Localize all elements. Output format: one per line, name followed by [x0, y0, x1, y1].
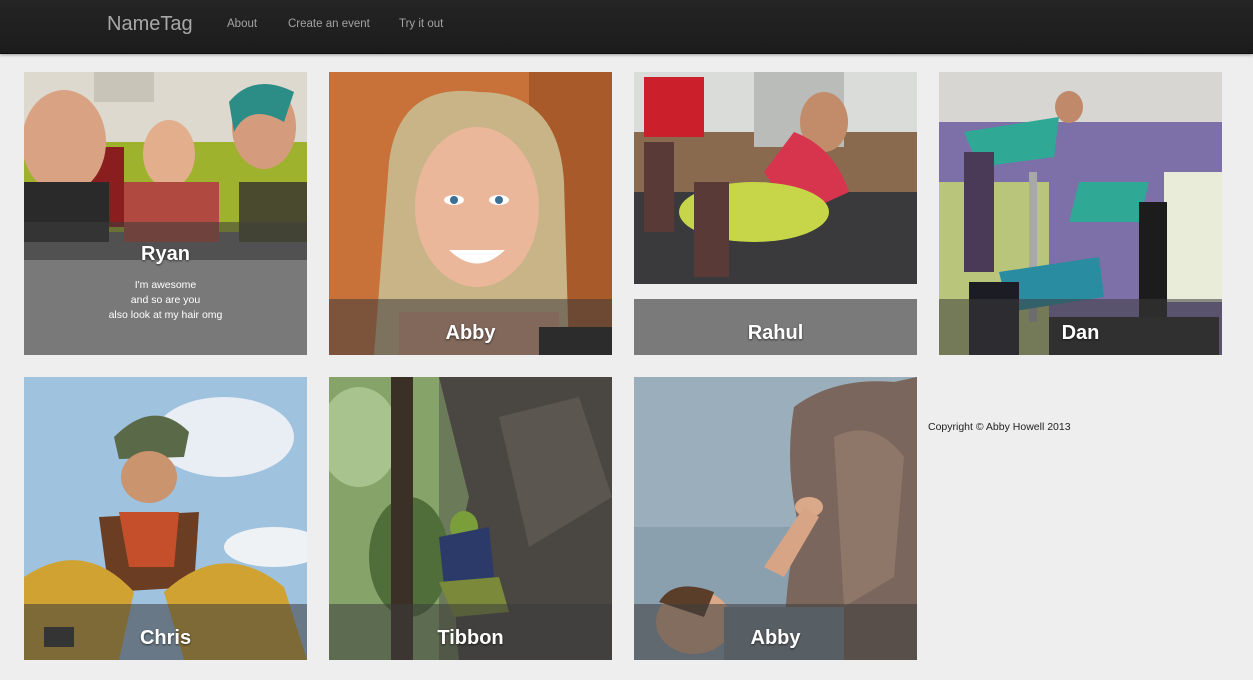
person-tile-ryan[interactable]: Ryan I'm awesome and so are you also loo…	[24, 72, 307, 355]
person-name: Rahul	[634, 299, 917, 355]
ryan-caption: Ryan I'm awesome and so are you also loo…	[24, 222, 307, 355]
bio-line: I'm awesome	[134, 279, 197, 291]
person-tile-tibbon[interactable]: Tibbon	[329, 377, 612, 660]
person-name: Tibbon	[329, 604, 612, 660]
rahul-photo	[634, 72, 917, 284]
person-tile-dan[interactable]: Dan	[939, 72, 1222, 355]
person-name: Chris	[24, 604, 307, 660]
nav-link-about[interactable]: About	[227, 18, 257, 30]
person-name: Ryan	[141, 243, 190, 265]
person-tile-abby-2[interactable]: Abby	[634, 377, 917, 660]
navbar: NameTag About Create an event Try it out	[0, 0, 1253, 54]
person-tile-abby[interactable]: Abby	[329, 72, 612, 355]
nav-link-create-event[interactable]: Create an event	[288, 18, 370, 30]
bio-line: and so are you	[130, 294, 201, 306]
person-tile-rahul[interactable]: Rahul	[634, 72, 917, 355]
nav-link-try-it-out[interactable]: Try it out	[399, 18, 443, 30]
person-tile-chris[interactable]: Chris	[24, 377, 307, 660]
person-name: Abby	[329, 299, 612, 355]
bio-line: also look at my hair omg	[108, 309, 223, 321]
copyright-text: Copyright © Abby Howell 2013	[928, 421, 1071, 433]
brand-link[interactable]: NameTag	[107, 13, 193, 36]
person-name: Abby	[634, 604, 917, 660]
ryan-bio-panel	[24, 260, 307, 355]
person-name: Dan	[939, 299, 1222, 355]
